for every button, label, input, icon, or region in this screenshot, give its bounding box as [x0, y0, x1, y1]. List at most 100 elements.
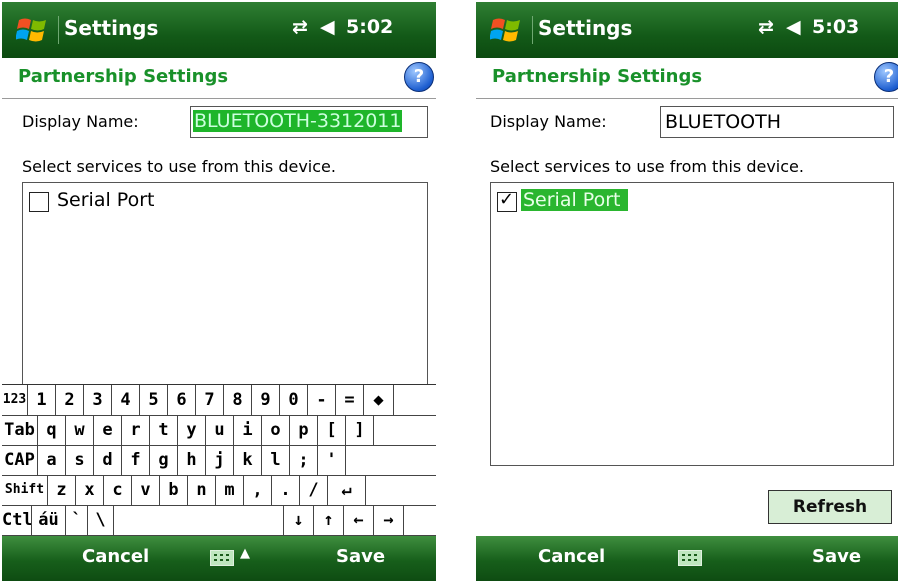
keyboard-key[interactable]: áü	[32, 505, 66, 535]
keyboard-key[interactable]: i	[234, 415, 262, 445]
keyboard-key[interactable]: h	[178, 445, 206, 475]
window-title: Settings	[538, 16, 633, 40]
keyboard-key[interactable]: w	[66, 415, 94, 445]
keyboard-key[interactable]: 4	[112, 385, 140, 415]
keyboard-key[interactable]: .	[272, 475, 300, 505]
serial-port-label[interactable]: Serial Port	[57, 189, 154, 211]
speaker-icon[interactable]: ◀	[320, 16, 346, 38]
keyboard-key[interactable]: y	[178, 415, 206, 445]
keyboard-key[interactable]: j	[206, 445, 234, 475]
keyboard-key[interactable]: z	[48, 475, 76, 505]
keyboard-key[interactable]: s	[66, 445, 94, 475]
keyboard-row: Shift z x c v b n m,. / ↵	[2, 475, 436, 506]
keyboard-key[interactable]: t	[150, 415, 178, 445]
keyboard-key[interactable]: =	[336, 385, 364, 415]
help-icon[interactable]: ?	[874, 62, 898, 92]
title-separator	[58, 16, 59, 44]
clock-time[interactable]: 5:02	[346, 16, 393, 38]
cancel-button[interactable]: Cancel	[82, 546, 149, 567]
keyboard-key[interactable]: a	[38, 445, 66, 475]
title-separator	[532, 16, 533, 44]
keyboard-key[interactable]: -	[308, 385, 336, 415]
refresh-button[interactable]: Refresh	[768, 490, 892, 524]
keyboard-key[interactable]: f	[122, 445, 150, 475]
keyboard-key[interactable]: 8	[224, 385, 252, 415]
keyboard-key[interactable]: b	[160, 475, 188, 505]
keyboard-key[interactable]: [	[318, 415, 346, 445]
display-name-label: Display Name:	[22, 112, 139, 131]
windows-flag-icon[interactable]	[16, 14, 48, 46]
keyboard-key[interactable]: r	[122, 415, 150, 445]
keyboard-key[interactable]: g	[150, 445, 178, 475]
keyboard-key[interactable]: 123	[2, 385, 28, 415]
key-space[interactable]	[114, 505, 284, 535]
status-area[interactable]: ⇄ ◀ 5:02	[292, 16, 393, 38]
save-button[interactable]: Save	[336, 546, 385, 567]
keyboard-key[interactable]: ,	[244, 475, 272, 505]
connectivity-arrows-icon[interactable]: ⇄	[292, 16, 320, 38]
keyboard-key[interactable]: ◆	[364, 385, 394, 415]
keyboard-key[interactable]: 5	[140, 385, 168, 415]
windows-flag-icon[interactable]	[490, 14, 522, 46]
keyboard-key[interactable]: \	[88, 505, 114, 535]
keyboard-key[interactable]: /	[300, 475, 328, 505]
connectivity-arrows-icon[interactable]: ⇄	[758, 16, 786, 38]
keyboard-key[interactable]: q	[38, 415, 66, 445]
keyboard-key[interactable]: 9	[252, 385, 280, 415]
keyboard-key[interactable]: 0	[280, 385, 308, 415]
save-button[interactable]: Save	[812, 546, 861, 567]
keyboard-key[interactable]: l	[262, 445, 290, 475]
keyboard-key[interactable]: Ctl	[2, 505, 32, 535]
input-menu-arrow-icon[interactable]: ▲	[240, 546, 250, 561]
serial-port-checkbox[interactable]: ✓	[497, 189, 517, 212]
keyboard-key[interactable]: 6	[168, 385, 196, 415]
keyboard-row: Ctl áü ` \ ↓ ↑ ← →	[2, 505, 436, 536]
services-prompt: Select services to use from this device.	[490, 157, 804, 176]
keyboard-key[interactable]: k	[234, 445, 262, 475]
speaker-icon[interactable]: ◀	[786, 16, 812, 38]
keyboard-key[interactable]: p	[290, 415, 318, 445]
display-name-value: BLUETOOTH-3312011	[193, 110, 403, 132]
keyboard-key[interactable]: v	[132, 475, 160, 505]
keyboard-key[interactable]: '	[318, 445, 346, 475]
serial-port-checkbox[interactable]	[29, 192, 49, 212]
keyboard-key[interactable]: →	[374, 505, 404, 535]
display-name-field[interactable]: BLUETOOTH	[660, 106, 894, 138]
page-header: Partnership Settings ?	[2, 58, 436, 99]
window-title: Settings	[64, 16, 159, 40]
keyboard-key[interactable]: n	[188, 475, 216, 505]
title-bar: Settings ⇄ ◀ 5:02	[2, 2, 436, 58]
help-icon[interactable]: ?	[404, 62, 434, 92]
services-list: ✓ Serial Port	[490, 182, 894, 466]
keyboard-key[interactable]: Tab	[2, 415, 38, 445]
keyboard-key[interactable]: 2	[56, 385, 84, 415]
keyboard-key[interactable]: e	[94, 415, 122, 445]
keyboard-icon[interactable]	[210, 550, 234, 566]
keyboard-key[interactable]: ;	[290, 445, 318, 475]
keyboard-key[interactable]: Shift	[2, 475, 48, 505]
keyboard-key[interactable]: 3	[84, 385, 112, 415]
cancel-button[interactable]: Cancel	[538, 546, 605, 567]
keyboard-key[interactable]: ←	[344, 505, 374, 535]
keyboard-key[interactable]: c	[104, 475, 132, 505]
keyboard-key[interactable]: m	[216, 475, 244, 505]
keyboard-key[interactable]: ↵	[328, 475, 366, 505]
keyboard-key[interactable]: 1	[28, 385, 56, 415]
keyboard-key[interactable]: ]	[346, 415, 374, 445]
keyboard-key[interactable]: u	[206, 415, 234, 445]
keyboard-key[interactable]: ↑	[314, 505, 344, 535]
keyboard-key[interactable]: ↓	[284, 505, 314, 535]
keyboard-key[interactable]: x	[76, 475, 104, 505]
keyboard-key[interactable]: `	[66, 505, 88, 535]
keyboard-key[interactable]: CAP	[2, 445, 38, 475]
keyboard-key[interactable]: 7	[196, 385, 224, 415]
keyboard-icon[interactable]	[678, 550, 702, 566]
services-list: Serial Port	[22, 182, 428, 392]
serial-port-label[interactable]: Serial Port	[521, 189, 629, 211]
clock-time[interactable]: 5:03	[812, 16, 859, 38]
title-bar: Settings ⇄ ◀ 5:03	[476, 2, 898, 58]
keyboard-key[interactable]: d	[94, 445, 122, 475]
keyboard-key[interactable]: o	[262, 415, 290, 445]
display-name-field[interactable]: BLUETOOTH-3312011	[190, 106, 428, 138]
status-area[interactable]: ⇄ ◀ 5:03	[758, 16, 859, 38]
